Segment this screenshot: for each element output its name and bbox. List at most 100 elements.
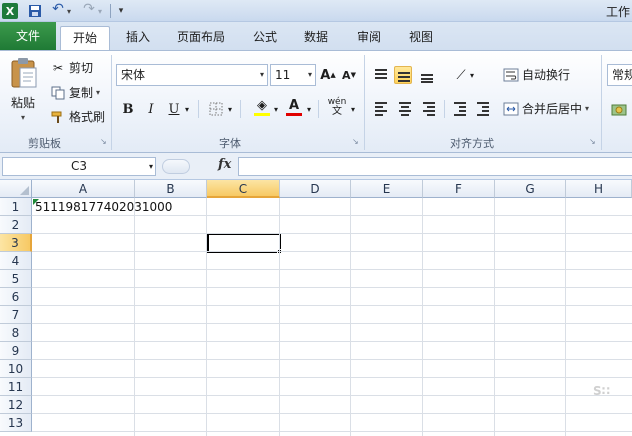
active-cell-c3[interactable] <box>207 233 281 253</box>
row-header-5[interactable]: 5 <box>0 270 32 288</box>
column-header-g[interactable]: G <box>495 180 566 198</box>
align-top-icon[interactable] <box>372 66 390 84</box>
number-format-combo[interactable]: 常规 <box>607 64 632 86</box>
align-center-icon[interactable] <box>396 99 414 117</box>
font-size-value: 11 <box>275 68 291 82</box>
column-header-d[interactable]: D <box>280 180 351 198</box>
column-header-a[interactable]: A <box>32 180 135 198</box>
column-header-e[interactable]: E <box>351 180 423 198</box>
row-header-7[interactable]: 7 <box>0 306 32 324</box>
fill-color-dropdown-icon[interactable]: ▾ <box>272 98 280 120</box>
font-name-combo[interactable]: 宋体 ▾ <box>116 64 268 86</box>
tab-home[interactable]: 开始 <box>60 26 110 50</box>
redo-dropdown-icon[interactable]: ▾ <box>96 3 104 19</box>
row-header-10[interactable]: 10 <box>0 360 32 378</box>
row-header-8[interactable]: 8 <box>0 324 32 342</box>
clipboard-launcher-icon[interactable]: ↘ <box>100 137 107 146</box>
wrap-text-icon <box>503 67 519 83</box>
tab-review[interactable]: 审阅 <box>349 26 389 50</box>
merge-center-icon <box>503 101 519 117</box>
font-color-dropdown-icon[interactable]: ▾ <box>305 98 313 120</box>
font-launcher-icon[interactable]: ↘ <box>352 137 359 146</box>
italic-icon[interactable]: I <box>142 98 160 120</box>
column-header-h[interactable]: H <box>566 180 632 198</box>
column-header-c[interactable]: C <box>207 180 280 198</box>
copy-button[interactable]: 复制 ▾ <box>50 84 100 101</box>
formula-bar-grip[interactable] <box>162 159 190 174</box>
borders-dropdown-icon[interactable]: ▾ <box>226 98 234 120</box>
align-right-icon[interactable] <box>420 99 438 117</box>
undo-icon[interactable]: ↶ <box>50 1 66 17</box>
underline-dropdown-icon[interactable]: ▾ <box>183 98 191 120</box>
tab-page-layout[interactable]: 页面布局 <box>168 26 234 50</box>
name-box-dropdown-icon[interactable]: ▾ <box>149 158 153 175</box>
gridline-horizontal <box>32 395 632 396</box>
increase-indent-icon[interactable] <box>474 99 492 117</box>
orientation-dropdown-icon[interactable]: ▾ <box>468 64 476 86</box>
currency-format-icon[interactable] <box>610 99 628 121</box>
paste-dropdown-icon[interactable]: ▾ <box>21 113 25 122</box>
underline-icon[interactable]: U <box>165 98 183 120</box>
font-size-combo[interactable]: 11 ▾ <box>270 64 316 86</box>
row-header-6[interactable]: 6 <box>0 288 32 306</box>
row-header-11[interactable]: 11 <box>0 378 32 396</box>
column-header-f[interactable]: F <box>423 180 495 198</box>
redo-icon[interactable]: ↷ <box>81 1 97 17</box>
copy-dropdown-icon[interactable]: ▾ <box>96 88 100 97</box>
bold-icon[interactable]: B <box>119 98 137 120</box>
insert-function-icon[interactable]: fx <box>218 157 231 172</box>
align-middle-icon[interactable] <box>394 66 412 84</box>
paste-button[interactable]: 粘贴 <box>11 94 35 111</box>
tab-view[interactable]: 视图 <box>401 26 441 50</box>
row-header-9[interactable]: 9 <box>0 342 32 360</box>
decrease-indent-icon[interactable] <box>451 99 469 117</box>
align-bottom-icon[interactable] <box>418 66 436 84</box>
merge-center-button[interactable]: 合并后居中 ▾ <box>503 100 589 117</box>
font-group-label: 字体 <box>219 137 241 150</box>
gridline-horizontal <box>32 287 632 288</box>
row-header-3[interactable]: 3 <box>0 234 32 252</box>
row-header-4[interactable]: 4 <box>0 252 32 270</box>
row-header-12[interactable]: 12 <box>0 396 32 414</box>
merge-dropdown-icon[interactable]: ▾ <box>585 104 589 113</box>
row-header-2[interactable]: 2 <box>0 216 32 234</box>
align-left-icon[interactable] <box>372 99 390 117</box>
formula-controls: fx <box>160 157 238 176</box>
fill-color-icon[interactable]: ◈ <box>252 96 272 118</box>
font-color-icon[interactable]: A <box>285 96 303 118</box>
formula-input[interactable] <box>238 157 632 176</box>
format-painter-button[interactable]: 格式刷 <box>50 108 105 125</box>
gridline-horizontal <box>32 233 632 234</box>
shrink-font-icon[interactable]: A ▼ <box>340 64 358 86</box>
gridline-horizontal <box>32 305 632 306</box>
undo-dropdown-icon[interactable]: ▾ <box>65 3 73 19</box>
worksheet-grid[interactable]: 511198177402031000 S∷ ABCDEFGH1234567891… <box>0 180 632 436</box>
grow-font-icon[interactable]: A ▲ <box>319 64 337 86</box>
alignment-launcher-icon[interactable]: ↘ <box>589 137 596 146</box>
select-all-corner[interactable] <box>0 180 32 198</box>
phonetic-guide-icon[interactable]: wén 文 <box>327 96 347 118</box>
font-name-dropdown-icon[interactable]: ▾ <box>260 65 264 85</box>
tab-insert[interactable]: 插入 <box>118 26 158 50</box>
qat-separator <box>110 4 111 18</box>
tab-data[interactable]: 数据 <box>296 26 336 50</box>
paste-icon[interactable] <box>10 57 38 89</box>
row-header-13[interactable]: 13 <box>0 414 32 432</box>
phonetic-dropdown-icon[interactable]: ▾ <box>349 98 357 120</box>
wrap-text-button[interactable]: 自动换行 <box>503 66 570 83</box>
save-icon[interactable] <box>27 3 43 19</box>
name-box[interactable]: C3 ▾ <box>2 157 156 176</box>
tab-formulas[interactable]: 公式 <box>245 26 285 50</box>
customize-qat-icon[interactable]: ▾ <box>116 3 126 19</box>
font-size-dropdown-icon[interactable]: ▾ <box>308 65 312 85</box>
tab-file[interactable]: 文件 <box>0 22 56 50</box>
scissors-icon: ✂ <box>52 60 64 75</box>
cut-button[interactable]: ✂ 剪切 <box>50 59 93 76</box>
cell-a1[interactable]: 511198177402031000 <box>35 200 172 214</box>
excel-logo-icon[interactable]: X <box>2 3 18 19</box>
row-header-1[interactable]: 1 <box>0 198 32 216</box>
group-separator <box>364 55 365 150</box>
borders-icon[interactable] <box>207 98 225 120</box>
column-header-b[interactable]: B <box>135 180 207 198</box>
cut-label: 剪切 <box>69 61 94 75</box>
